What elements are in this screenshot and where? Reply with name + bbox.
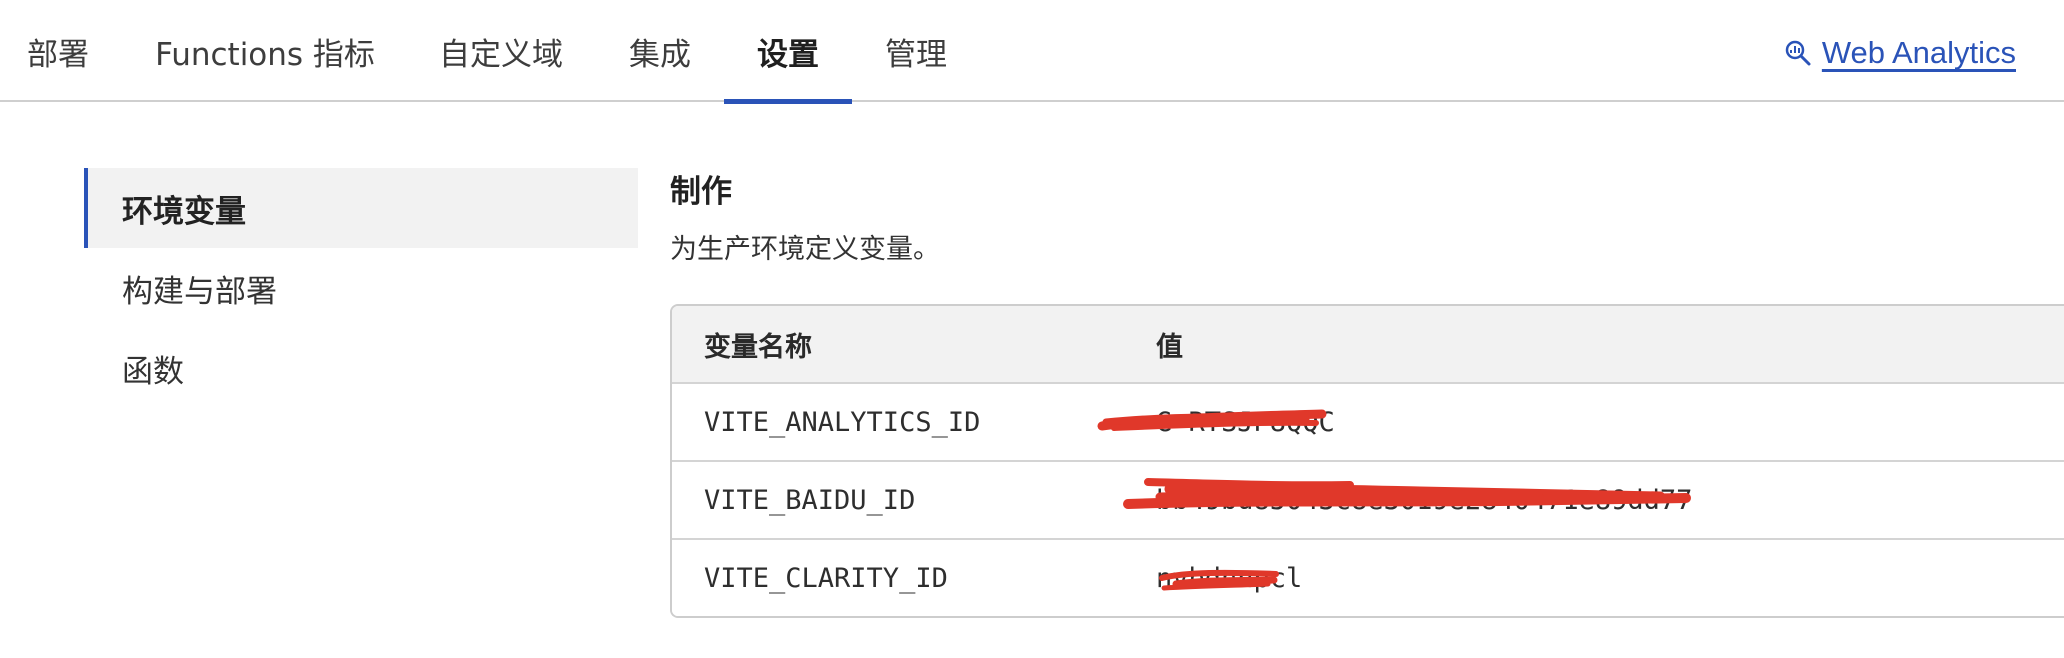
- web-analytics-label: Web Analytics: [1821, 35, 2016, 70]
- table-row[interactable]: VITE_BAIDU_ID bb49bd85043c8e3019e2840471…: [672, 462, 2064, 540]
- column-header-value: 值: [1156, 331, 1183, 363]
- variable-name: VITE_BAIDU_ID: [704, 484, 916, 516]
- tab-deploy[interactable]: 部署: [10, 0, 106, 102]
- variable-name: VITE_ANALYTICS_ID: [704, 406, 981, 438]
- table-header: 变量名称 值: [672, 306, 2064, 384]
- sidebar-item-label: 函数: [122, 353, 184, 390]
- sidebar-item-build-deploy[interactable]: 构建与部署: [84, 248, 638, 328]
- section-description: 为生产环境定义变量。: [670, 234, 940, 265]
- variable-value: nvbdnnpcl: [1156, 562, 1303, 594]
- tab-settings[interactable]: 设置: [724, 0, 852, 104]
- environment-variables-panel: 制作 为生产环境定义变量。 变量名称 值 VITE_ANALYTICS_ID G…: [670, 168, 2064, 618]
- variable-name: VITE_CLARITY_ID: [704, 562, 948, 594]
- variable-value: bb49bd85043c8e3019e2840471e89dd77: [1156, 484, 1693, 516]
- sidebar-item-functions[interactable]: 函数: [84, 328, 638, 408]
- variable-value: G-RTSJP8QQC: [1156, 406, 1335, 438]
- sidebar-item-label: 环境变量: [122, 193, 246, 230]
- table-row[interactable]: VITE_CLARITY_ID nvbdnnpcl: [672, 540, 2064, 616]
- tab-integrations[interactable]: 集成: [612, 0, 708, 102]
- tab-custom-domains[interactable]: 自定义域: [420, 0, 582, 102]
- top-tab-bar: 部署 Functions 指标 自定义域 集成 设置 管理 Web Analyt…: [0, 0, 2064, 104]
- section-title: 制作: [670, 174, 732, 210]
- sidebar-item-label: 构建与部署: [122, 273, 277, 310]
- table-row[interactable]: VITE_ANALYTICS_ID G-RTSJP8QQC: [672, 384, 2064, 462]
- web-analytics-link[interactable]: Web Analytics: [1784, 30, 2016, 76]
- analytics-search-icon: [1784, 39, 1812, 67]
- tab-functions-metrics[interactable]: Functions 指标: [140, 0, 390, 102]
- tab-manage[interactable]: 管理: [868, 0, 964, 102]
- settings-sidebar: 环境变量 构建与部署 函数: [84, 168, 638, 408]
- column-header-variable-name: 变量名称: [704, 331, 812, 363]
- variable-value-cell: nvbdnnpcl: [1156, 540, 2064, 616]
- variable-value-cell: G-RTSJP8QQC: [1097, 384, 2064, 460]
- variables-table: 变量名称 值 VITE_ANALYTICS_ID G-RTSJP8QQC VIT…: [670, 304, 2064, 618]
- variable-value-cell: bb49bd85043c8e3019e2840471e89dd77: [1123, 462, 2064, 538]
- sidebar-item-environment-variables[interactable]: 环境变量: [84, 168, 638, 248]
